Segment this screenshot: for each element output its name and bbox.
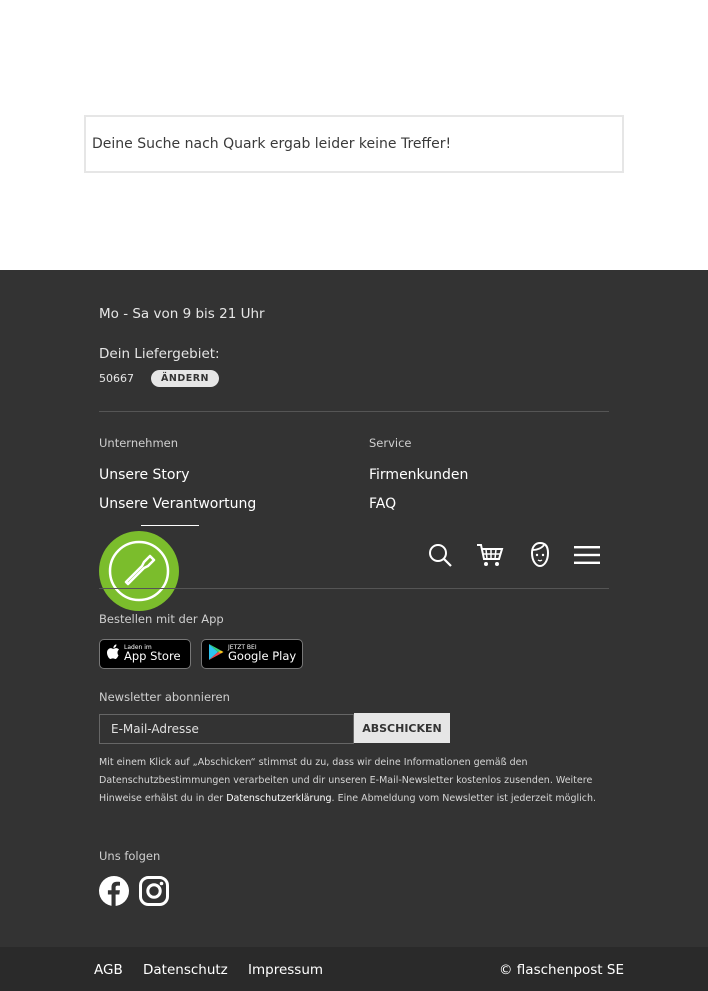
cart-icon[interactable] bbox=[475, 540, 505, 570]
hamburger-menu-icon[interactable] bbox=[572, 540, 602, 570]
footer-divider-2 bbox=[99, 588, 609, 589]
link-business-customers[interactable]: Firmenkunden bbox=[369, 467, 468, 483]
appstore-big-text: App Store bbox=[124, 649, 181, 664]
playstore-big-text: Google Play bbox=[228, 649, 297, 664]
search-icon[interactable] bbox=[425, 540, 455, 570]
user-face-icon[interactable] bbox=[525, 540, 555, 570]
privacy-policy-link[interactable]: Datenschutzerklärung bbox=[226, 793, 331, 804]
service-heading: Service bbox=[369, 436, 412, 450]
newsletter-email-input[interactable] bbox=[99, 714, 354, 744]
link-faq[interactable]: FAQ bbox=[369, 496, 396, 512]
follow-heading: Uns folgen bbox=[99, 849, 161, 863]
apple-icon bbox=[106, 644, 120, 664]
app-store-badge[interactable]: Laden im App Store bbox=[99, 639, 191, 669]
nav-active-indicator bbox=[141, 525, 199, 526]
newsletter-submit-button[interactable]: ABSCHICKEN bbox=[354, 713, 450, 743]
app-heading: Bestellen mit der App bbox=[99, 612, 224, 626]
opening-hours: Mo - Sa von 9 bis 21 Uhr bbox=[99, 306, 265, 322]
facebook-icon[interactable] bbox=[98, 875, 130, 907]
link-our-story[interactable]: Unsere Story bbox=[99, 467, 190, 483]
delivery-zip: 50667 bbox=[99, 372, 134, 385]
link-privacy[interactable]: Datenschutz bbox=[143, 962, 228, 978]
link-agb[interactable]: AGB bbox=[94, 962, 123, 978]
change-zip-button[interactable]: ÄNDERN bbox=[151, 370, 219, 387]
no-results-text: Deine Suche nach Quark ergab leider kein… bbox=[92, 136, 452, 152]
newsletter-note-text-end: . Eine Abmeldung vom Newsletter ist jede… bbox=[331, 793, 597, 804]
copyright-notice: © flaschenpost SE bbox=[499, 962, 624, 978]
no-results-message: Deine Suche nach Quark ergab leider kein… bbox=[84, 115, 624, 173]
instagram-icon[interactable] bbox=[138, 875, 170, 907]
footer-divider bbox=[99, 411, 609, 412]
delivery-area-label: Dein Liefergebiet: bbox=[99, 346, 220, 362]
link-imprint[interactable]: Impressum bbox=[248, 962, 323, 978]
newsletter-consent-note: Mit einem Klick auf „Abschicken“ stimmst… bbox=[99, 754, 599, 808]
link-our-responsibility[interactable]: Unsere Verantwortung bbox=[99, 496, 256, 512]
newsletter-heading: Newsletter abonnieren bbox=[99, 690, 230, 704]
google-play-icon bbox=[208, 643, 224, 665]
google-play-badge[interactable]: JETZT BEI Google Play bbox=[201, 639, 303, 669]
bottle-logo-icon[interactable] bbox=[99, 531, 179, 611]
company-heading: Unternehmen bbox=[99, 436, 179, 450]
